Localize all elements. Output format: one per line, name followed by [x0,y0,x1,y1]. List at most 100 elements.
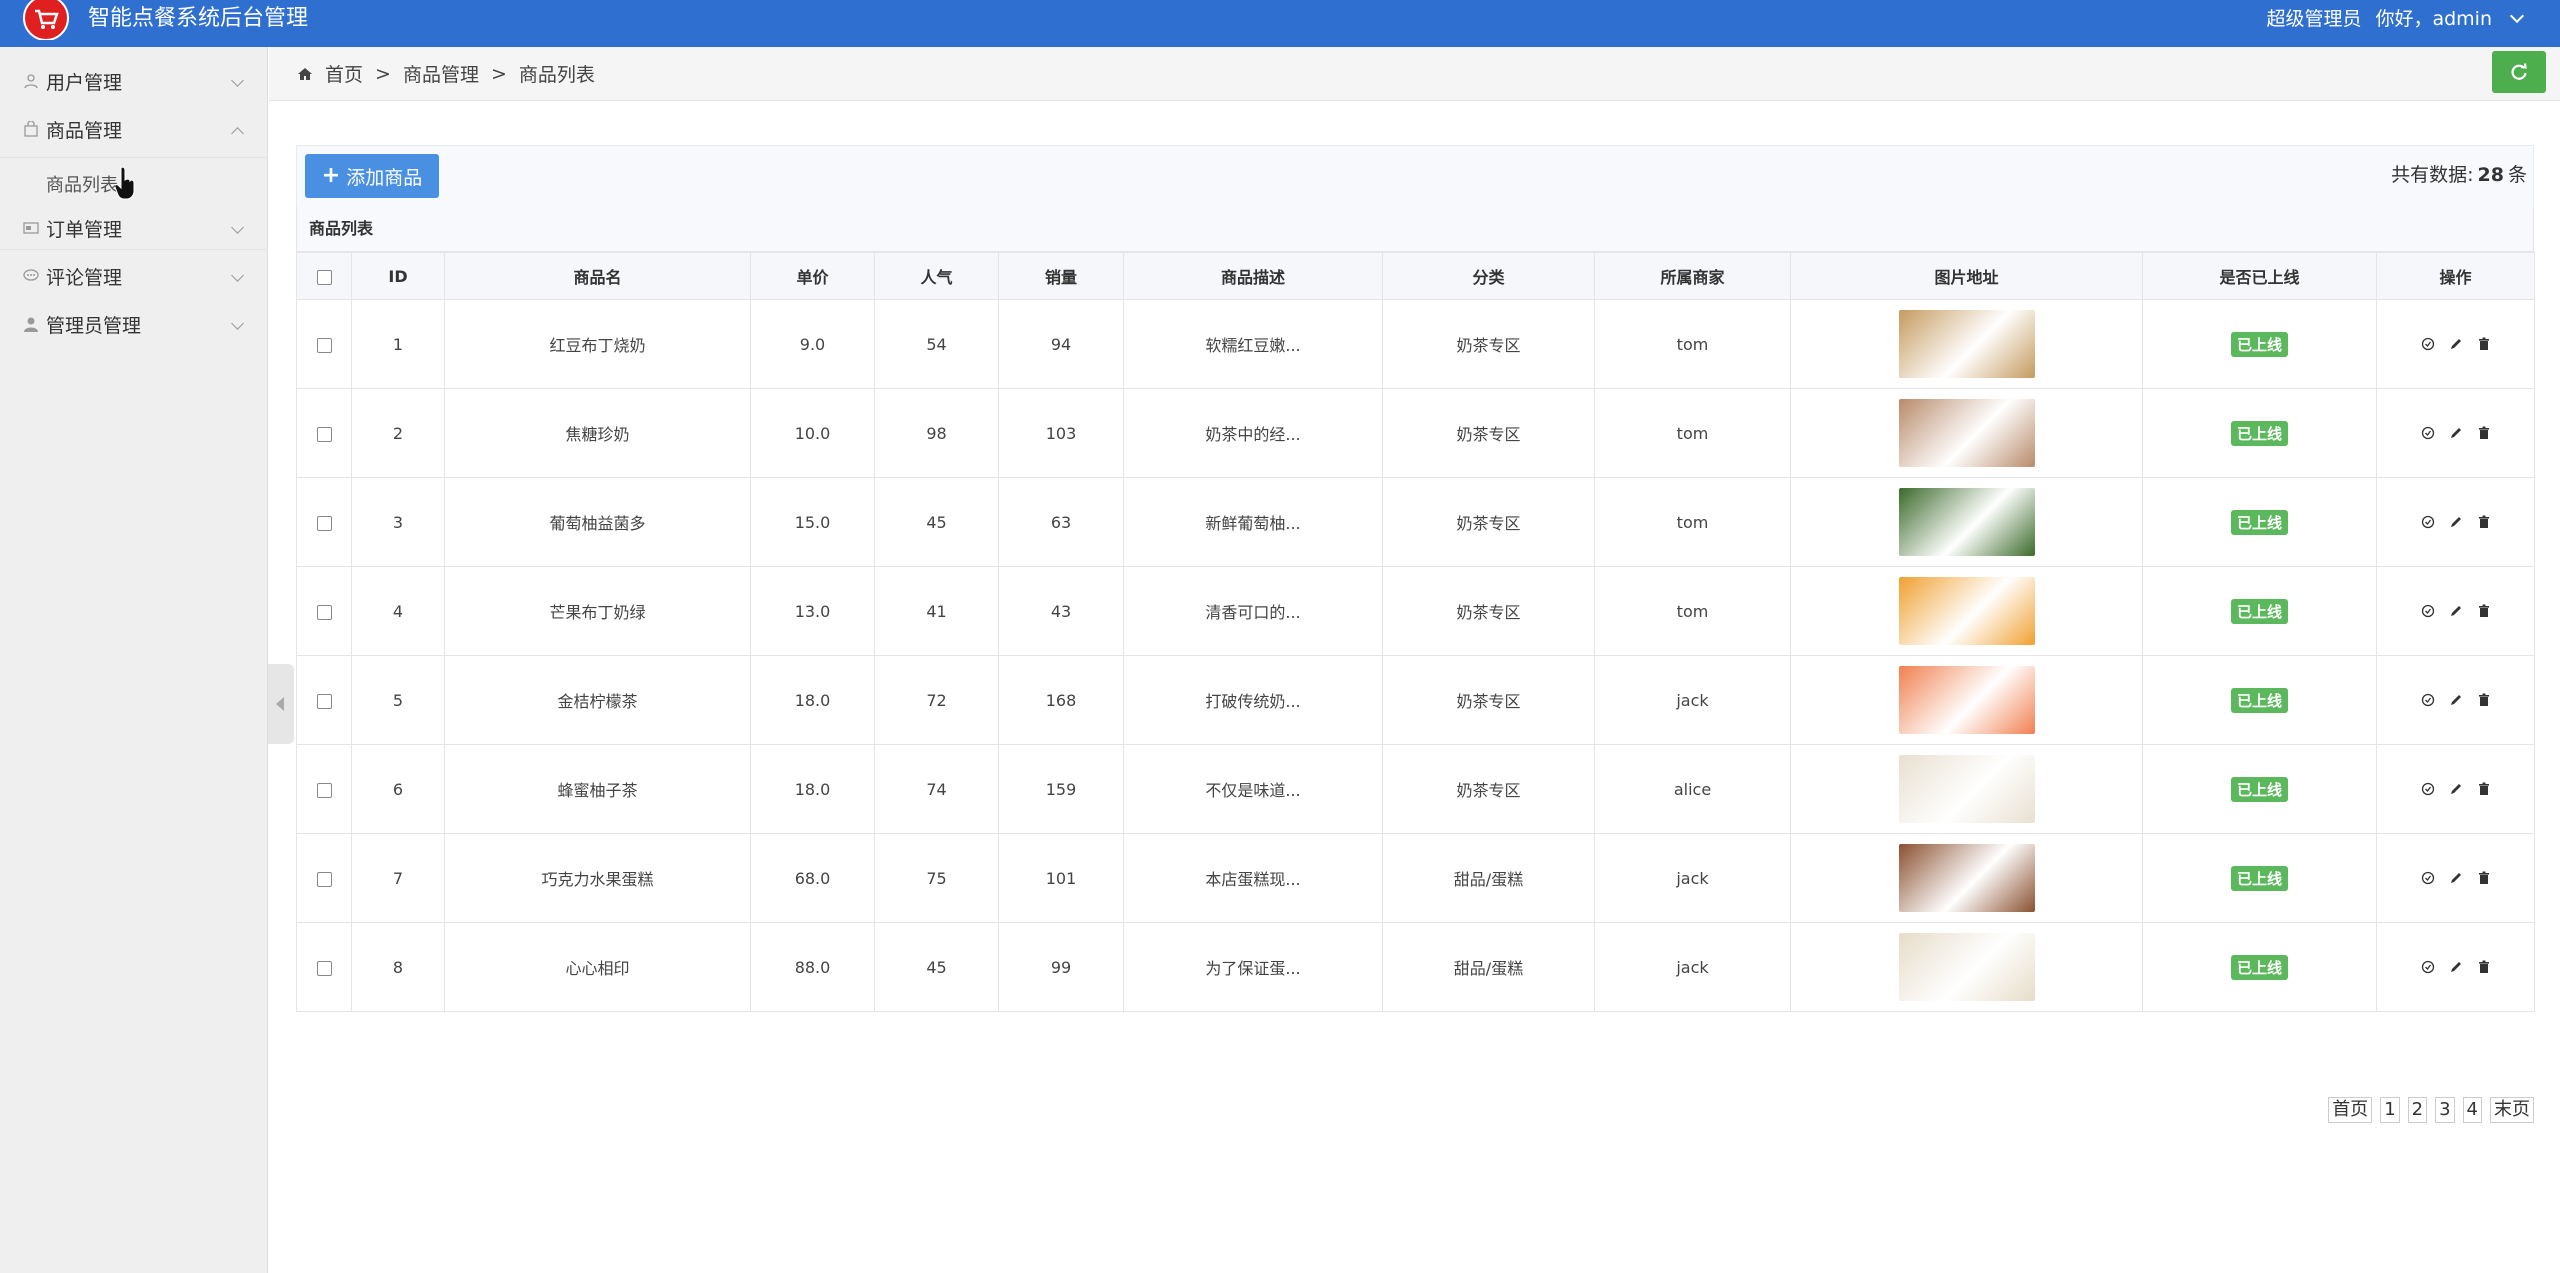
sidebar-subitem-product-list[interactable]: 商品列表 [46,171,118,197]
user-icon [22,72,40,90]
column-header: 人气 [874,252,999,300]
edit-icon[interactable] [2447,513,2465,531]
edit-icon[interactable] [2447,780,2465,798]
merchant-cell: tom [1594,477,1791,567]
edit-icon[interactable] [2447,869,2465,887]
breadcrumb-home[interactable]: 首页 [325,60,363,87]
chevron-down-icon [231,221,244,234]
row-checkbox[interactable] [316,337,332,353]
column-header: 商品描述 [1123,252,1383,300]
delete-icon[interactable] [2475,958,2493,976]
toggle-online-icon[interactable] [2419,869,2437,887]
page-1[interactable]: 1 [2380,1097,2400,1123]
sidebar-collapse-toggle[interactable] [268,664,294,744]
delete-icon[interactable] [2475,335,2493,353]
breadcrumb-level1[interactable]: 商品管理 [403,60,479,87]
edit-icon[interactable] [2447,602,2465,620]
refresh-icon [2511,63,2527,80]
column-header: 销量 [998,252,1124,300]
id-cell: 5 [351,655,445,745]
status-cell: 已上线 [2142,388,2377,478]
image-cell [1790,566,2143,656]
ops-cell [2376,922,2535,1012]
page-last[interactable]: 末页 [2490,1097,2534,1123]
toggle-online-icon[interactable] [2419,335,2437,353]
status-badge: 已上线 [2230,776,2288,802]
user-area[interactable]: 超级管理员 你好，admin [2266,5,2525,33]
delete-icon[interactable] [2475,869,2493,887]
category-cell: 奶茶专区 [1382,388,1595,478]
row-checkbox[interactable] [316,515,332,531]
desc-cell: 本店蛋糕现... [1123,833,1383,923]
sidebar-item-orders[interactable]: 订单管理 [0,204,268,252]
row-actions [2377,869,2534,887]
sidebar-item-users[interactable]: 用户管理 [0,57,268,105]
page-first[interactable]: 首页 [2328,1097,2373,1123]
toggle-online-icon[interactable] [2419,424,2437,442]
sidebar-item-products[interactable]: 商品管理 [0,105,268,153]
row-checkbox[interactable] [316,960,332,976]
chat-icon [22,267,40,285]
popularity-cell: 75 [874,833,999,923]
delete-icon[interactable] [2475,513,2493,531]
breadcrumb: 首页 > 商品管理 > 商品列表 [297,60,595,87]
sidebar-item-admins[interactable]: 管理员管理 [0,300,268,348]
toggle-online-icon[interactable] [2419,780,2437,798]
sales-cell: 43 [998,566,1124,656]
column-header: 操作 [2376,252,2535,300]
delete-icon[interactable] [2475,424,2493,442]
page-3[interactable]: 3 [2435,1097,2455,1123]
merchant-cell: tom [1594,566,1791,656]
row-actions [2377,513,2534,531]
chevron-down-icon[interactable] [2509,8,2525,24]
row-checkbox[interactable] [316,871,332,887]
ops-cell [2376,833,2535,923]
merchant-cell: jack [1594,655,1791,745]
delete-icon[interactable] [2475,691,2493,709]
page-4[interactable]: 4 [2462,1097,2482,1123]
user-role: 超级管理员 [2266,8,2362,30]
edit-icon[interactable] [2447,424,2465,442]
merchant-cell: tom [1594,299,1791,389]
add-product-button[interactable]: + 添加商品 [305,154,439,198]
edit-icon[interactable] [2447,335,2465,353]
row-checkbox[interactable] [316,782,332,798]
edit-icon[interactable] [2447,958,2465,976]
user-greeting[interactable]: 你好，admin [2375,5,2492,33]
sales-cell: 168 [998,655,1124,745]
status-cell: 已上线 [2142,299,2377,389]
column-header: 商品名 [444,252,751,300]
delete-icon[interactable] [2475,602,2493,620]
delete-icon[interactable] [2475,780,2493,798]
row-checkbox[interactable] [316,604,332,620]
sidebar-item-comments[interactable]: 评论管理 [0,252,268,300]
table-row: 4 芒果布丁奶绿 13.0 41 43 清香可口的... 奶茶专区 tom 已上线 [296,566,2535,656]
toggle-online-icon[interactable] [2419,513,2437,531]
toggle-online-icon[interactable] [2419,691,2437,709]
refresh-button[interactable] [2492,51,2546,93]
popularity-cell: 74 [874,744,999,834]
row-actions [2377,780,2534,798]
toggle-online-icon[interactable] [2419,602,2437,620]
table-header-row: ID 商品名 单价 人气 销量 商品描述 分类 所属商家 图片地址 是否已上线 … [296,252,2535,300]
merchant-cell: jack [1594,922,1791,1012]
status-cell: 已上线 [2142,655,2377,745]
row-checkbox[interactable] [316,693,332,709]
select-all-header[interactable] [296,252,352,300]
toggle-online-icon[interactable] [2419,958,2437,976]
edit-icon[interactable] [2447,691,2465,709]
name-cell: 巧克力水果蛋糕 [444,833,751,923]
name-cell: 芒果布丁奶绿 [444,566,751,656]
row-actions [2377,602,2534,620]
desc-cell: 软糯红豆嫩... [1123,299,1383,389]
ops-cell [2376,388,2535,478]
select-all-checkbox[interactable] [316,269,332,285]
row-checkbox[interactable] [316,426,332,442]
page-2[interactable]: 2 [2407,1097,2428,1123]
id-cell: 2 [351,388,445,478]
name-cell: 葡萄柚益菌多 [444,477,751,567]
select [296,833,352,923]
id-cell: 6 [351,744,445,834]
total-value: 28 [2477,164,2504,186]
sidebar-item-label: 商品管理 [46,119,123,142]
